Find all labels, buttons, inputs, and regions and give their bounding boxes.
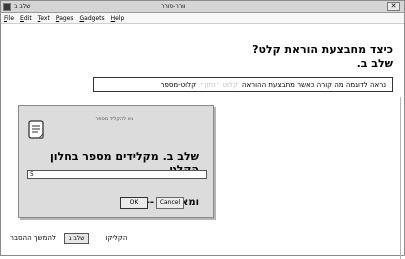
page-heading: כיצד מחבצעת הוראת קלט? שלב ב. bbox=[252, 43, 393, 71]
window-title-center: וורר-פורר bbox=[161, 3, 186, 10]
instruction-bar: נראה לדוגמה מה קורה כאשר מתבצעת ההוראה ק… bbox=[93, 77, 393, 92]
window-title-left: שלב ב bbox=[14, 3, 31, 10]
menu-gadgets[interactable]: Gadgets bbox=[80, 15, 105, 22]
menu-file[interactable]: File bbox=[4, 15, 14, 22]
next-step-button[interactable]: שלב ג bbox=[63, 232, 90, 244]
heading-line-2: שלב ב. bbox=[356, 57, 393, 70]
instruction-end: קלוט-מספר bbox=[160, 80, 197, 89]
heading-line-1: כיצד מחבצעת הוראת קלט? bbox=[252, 43, 393, 56]
ok-button[interactable]: OK bbox=[120, 197, 148, 209]
note-icon bbox=[28, 120, 44, 139]
number-input-field[interactable]: 5 bbox=[27, 170, 207, 179]
app-window: שלב ב וורר-פורר ✕ File Edit Text Pages G… bbox=[0, 0, 405, 259]
app-icon bbox=[3, 2, 11, 11]
menu-bar: File Edit Text Pages Gadgets Help bbox=[1, 13, 404, 24]
bottom-bar: להמשך ההסבר שלב ג הקליקו bbox=[10, 232, 127, 244]
dialog-prompt: נא להקליד מספר bbox=[95, 116, 133, 122]
instruction-faded: קלוט ״נתון״ bbox=[200, 80, 238, 89]
click-label: הקליקו bbox=[105, 234, 128, 242]
menu-pages[interactable]: Pages bbox=[56, 15, 74, 22]
title-bar: שלב ב וורר-פורר ✕ bbox=[1, 1, 404, 13]
instruction-main: נראה לדוגמה מה קורה כאשר מתבצעת ההוראה bbox=[241, 80, 386, 89]
continue-label: להמשך ההסבר bbox=[10, 234, 56, 242]
menu-edit[interactable]: Edit bbox=[20, 15, 32, 22]
divider bbox=[400, 97, 401, 259]
close-icon[interactable]: ✕ bbox=[387, 2, 400, 11]
cancel-button[interactable]: Cancel bbox=[156, 197, 184, 209]
input-dialog: נא להקליד מספר שלב ב. מקלידים מספר בחלון… bbox=[18, 105, 214, 218]
page-content: כיצד מחבצעת הוראת קלט? שלב ב. נראה לדוגמ… bbox=[2, 25, 403, 259]
menu-help[interactable]: Help bbox=[111, 15, 125, 22]
menu-text[interactable]: Text bbox=[38, 15, 50, 22]
